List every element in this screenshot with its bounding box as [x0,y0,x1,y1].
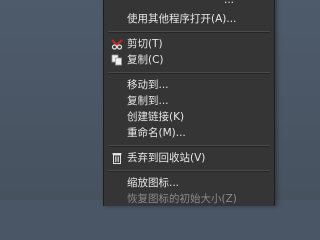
menu-item-label: 使用其他程序打开(A)... [127,13,237,25]
menu-item-copy-to[interactable]: 复制到... [104,93,274,109]
menu-item-rename[interactable]: 重命名(M)... [104,125,274,141]
menu-item-label: 剪切(T) [127,38,163,50]
menu-item-label: 丢弃到回收站(V) [127,152,206,164]
menu-item-make-link[interactable]: 创建链接(K) [104,109,274,125]
menu-item-label: ... [224,0,235,6]
menu-separator [108,145,270,147]
menu-item-label: 创建链接(K) [127,111,185,123]
menu-item-label: 移动到... [127,79,169,91]
menu-item-copy[interactable]: 复制(C) [104,52,274,68]
menu-item-label: 恢复图标的初始大小(Z) [127,193,237,205]
menu-item-label: 复制到... [127,95,169,107]
menu-item-label: 复制(C) [127,54,164,66]
menu-item-label: 缩放图标... [127,177,180,189]
menu-separator [108,31,270,33]
trash-icon [111,152,123,164]
menu-item-open-with[interactable]: 使用其他程序打开(A)... [104,11,274,27]
context-menu: ... 使用其他程序打开(A)... 剪切(T) 复制(C) 移动到... 复制… [103,0,275,206]
menu-item-restore-icon-size: 恢复图标的初始大小(Z) [104,191,274,207]
menu-item-cut[interactable]: 剪切(T) [104,36,274,52]
menu-item-scale-icon[interactable]: 缩放图标... [104,175,274,191]
menu-item-partial-top[interactable]: ... [104,0,274,8]
copy-icon [111,54,123,66]
scissors-icon [111,38,123,50]
menu-item-label: 重命名(M)... [127,127,186,139]
menu-separator [108,170,270,172]
menu-item-move-to[interactable]: 移动到... [104,77,274,93]
menu-item-move-to-trash[interactable]: 丢弃到回收站(V) [104,150,274,166]
menu-separator [108,72,270,74]
